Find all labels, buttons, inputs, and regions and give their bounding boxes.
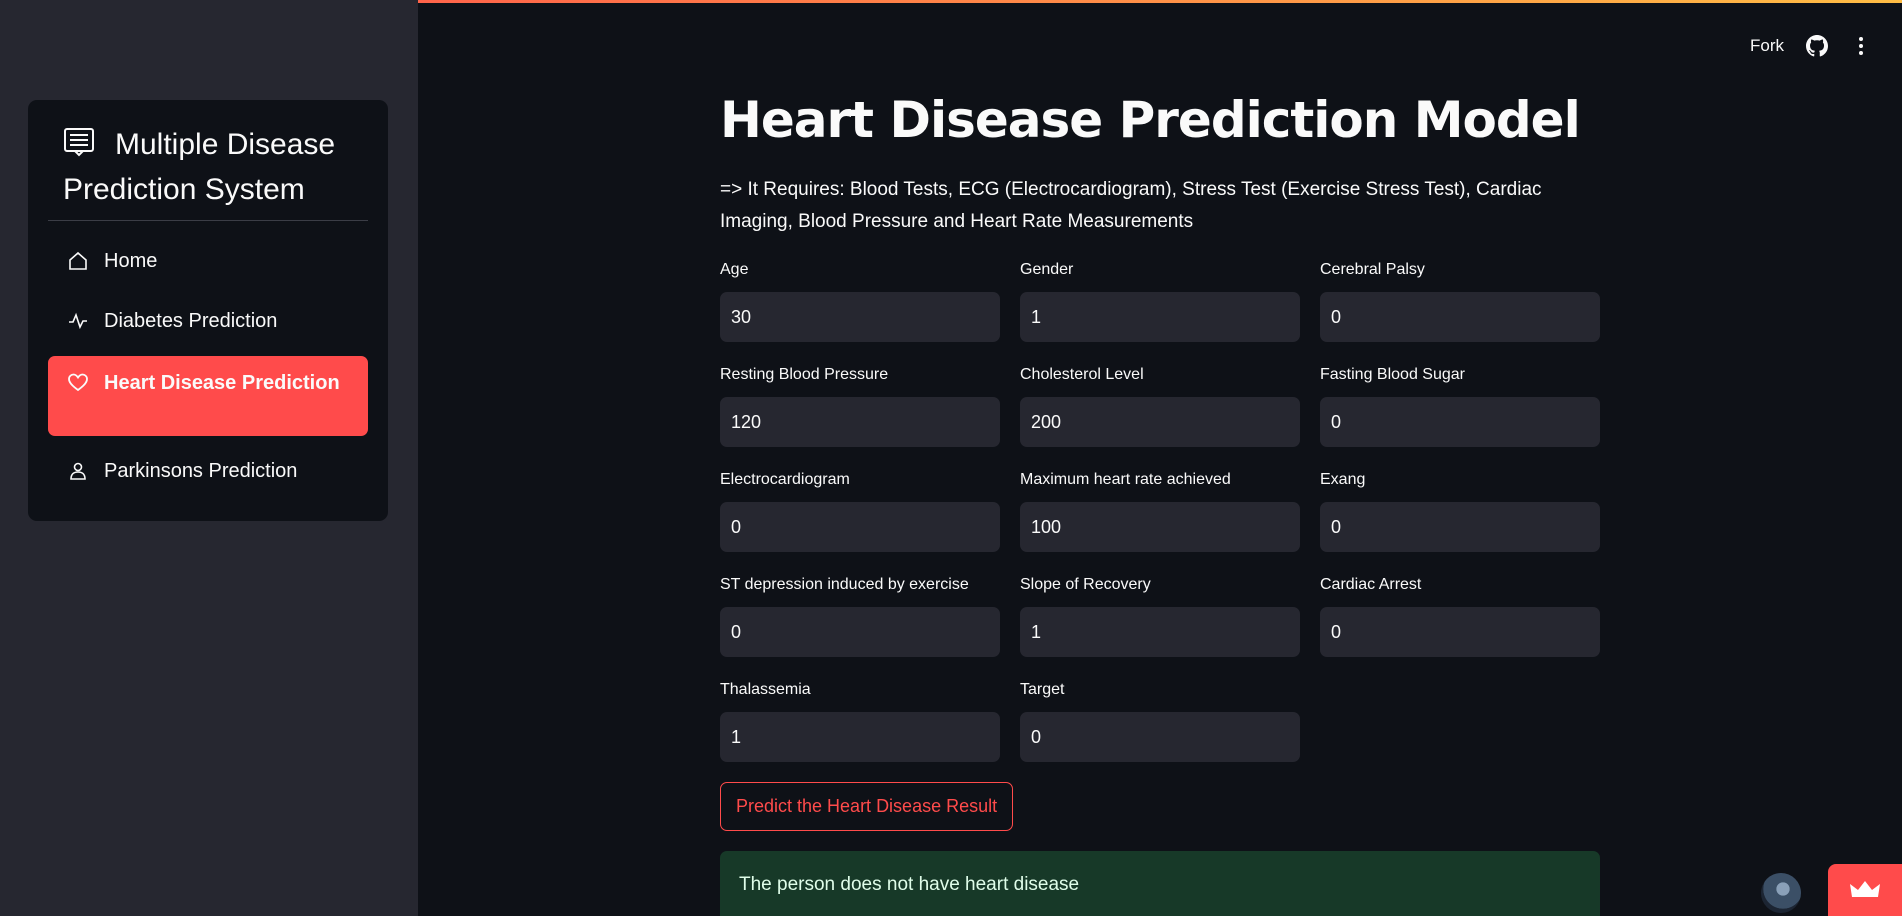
cholesterol-input[interactable] — [1020, 397, 1300, 447]
age-field: Age — [720, 258, 1000, 342]
menu-title-text: Multiple Disease Prediction System — [63, 128, 336, 206]
thalassemia-input[interactable] — [720, 712, 1000, 762]
field-label: ST depression induced by exercise — [720, 576, 969, 593]
exang-input[interactable] — [1320, 502, 1600, 552]
sidebar-item-parkinsons[interactable]: Parkinsons Prediction — [48, 442, 368, 500]
sidebar-item-heart-disease[interactable]: Heart Disease Prediction — [48, 356, 368, 436]
electrocardiogram-input[interactable] — [720, 502, 1000, 552]
max-heart-rate-field: Maximum heart rate achieved — [1020, 468, 1300, 552]
page-title: Heart Disease Prediction Model — [720, 91, 1581, 149]
gender-field: Gender — [1020, 258, 1300, 342]
main-content: Heart Disease Prediction Model => It Req… — [720, 0, 1600, 916]
sidebar-item-diabetes[interactable]: Diabetes Prediction — [48, 292, 368, 350]
sidebar-item-home[interactable]: Home — [48, 232, 368, 290]
crown-icon[interactable] — [1828, 864, 1902, 916]
person-icon — [68, 461, 88, 481]
slope-recovery-input[interactable] — [1020, 607, 1300, 657]
cardiac-arrest-field: Cardiac Arrest — [1320, 573, 1600, 657]
exang-field: Exang — [1320, 468, 1600, 552]
field-label: Fasting Blood Sugar — [1320, 366, 1465, 383]
cerebral-palsy-input[interactable] — [1320, 292, 1600, 342]
target-input[interactable] — [1020, 712, 1300, 762]
field-label: Age — [720, 261, 749, 278]
github-icon[interactable] — [1806, 35, 1828, 57]
activity-icon — [68, 311, 88, 331]
nav-menu: Multiple Disease Prediction System Home … — [28, 100, 388, 521]
cholesterol-field: Cholesterol Level — [1020, 363, 1300, 447]
target-field: Target — [1020, 678, 1300, 762]
field-label: Cholesterol Level — [1020, 366, 1144, 383]
fasting-blood-sugar-input[interactable] — [1320, 397, 1600, 447]
sidebar-item-label: Diabetes Prediction — [104, 309, 278, 332]
sidebar-item-label: Parkinsons Prediction — [104, 459, 298, 482]
st-depression-field: ST depression induced by exercise — [720, 573, 1000, 657]
resting-bp-field: Resting Blood Pressure — [720, 363, 1000, 447]
cardiac-arrest-input[interactable] — [1320, 607, 1600, 657]
field-label: Slope of Recovery — [1020, 576, 1151, 593]
age-input[interactable] — [720, 292, 1000, 342]
fasting-blood-sugar-field: Fasting Blood Sugar — [1320, 363, 1600, 447]
requirements-text: => It Requires: Blood Tests, ECG (Electr… — [720, 179, 1542, 232]
predict-button[interactable]: Predict the Heart Disease Result — [720, 782, 1014, 831]
field-label: Exang — [1320, 471, 1366, 488]
cerebral-palsy-field: Cerebral Palsy — [1320, 258, 1600, 342]
thalassemia-field: Thalassemia — [720, 678, 1000, 762]
fork-button[interactable]: Fork — [1750, 36, 1784, 56]
top-toolbar: Fork — [1750, 28, 1902, 64]
field-label: Cardiac Arrest — [1320, 576, 1422, 593]
heart-icon — [68, 373, 88, 393]
sidebar: Multiple Disease Prediction System Home … — [0, 0, 418, 916]
field-label: Cerebral Palsy — [1320, 261, 1425, 278]
st-depression-input[interactable] — [720, 607, 1000, 657]
result-text: The person does not have heart disease — [739, 874, 1080, 895]
slope-recovery-field: Slope of Recovery — [1020, 573, 1300, 657]
max-heart-rate-input[interactable] — [1020, 502, 1300, 552]
menu-title: Multiple Disease Prediction System — [63, 122, 363, 212]
menu-divider — [48, 220, 368, 221]
gender-input[interactable] — [1020, 292, 1300, 342]
field-label: Resting Blood Pressure — [720, 366, 889, 383]
resting-bp-input[interactable] — [720, 397, 1000, 447]
kebab-menu-icon[interactable] — [1850, 35, 1872, 57]
result-alert: The person does not have heart disease — [720, 851, 1600, 916]
sidebar-item-label: Home — [104, 249, 158, 272]
field-label: Target — [1020, 681, 1065, 698]
field-label: Electrocardiogram — [720, 471, 850, 488]
user-avatar[interactable] — [1761, 873, 1801, 913]
house-icon — [68, 251, 88, 271]
field-label: Thalassemia — [720, 681, 811, 698]
field-label: Maximum heart rate achieved — [1020, 471, 1231, 488]
field-label: Gender — [1020, 261, 1074, 278]
document-list-icon — [63, 125, 95, 157]
sidebar-item-label: Heart Disease Prediction — [104, 372, 340, 394]
electrocardiogram-field: Electrocardiogram — [720, 468, 1000, 552]
